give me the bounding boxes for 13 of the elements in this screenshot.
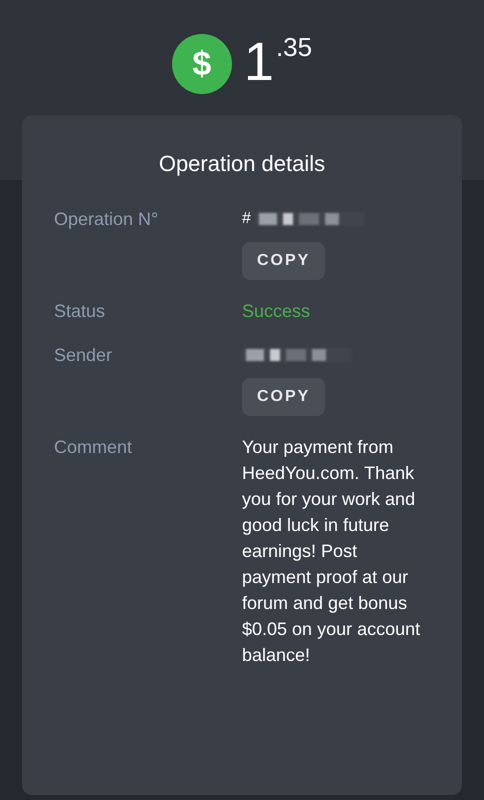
field-label: Sender xyxy=(54,344,114,367)
dollar-coin-icon: $ xyxy=(172,34,232,94)
status-value: Success xyxy=(242,300,310,323)
field-label: Status xyxy=(54,300,106,323)
field-value: # xyxy=(242,209,251,229)
comment-text: Your payment from HeedYou.com. Thank you for your work and good luck in future earnings! Post payment proof at our forum and get bonus $0.05 on your account balance! xyxy=(242,436,422,667)
copy-button[interactable]: COPY xyxy=(242,242,326,280)
balance-amount: 1 xyxy=(244,32,274,92)
field-label: Comment xyxy=(54,436,134,459)
card-title: Operation details xyxy=(158,150,326,178)
field-label: Operation N° xyxy=(54,208,160,231)
copy-button[interactable]: COPY xyxy=(242,378,326,416)
balance-fraction: .35 xyxy=(276,32,312,62)
